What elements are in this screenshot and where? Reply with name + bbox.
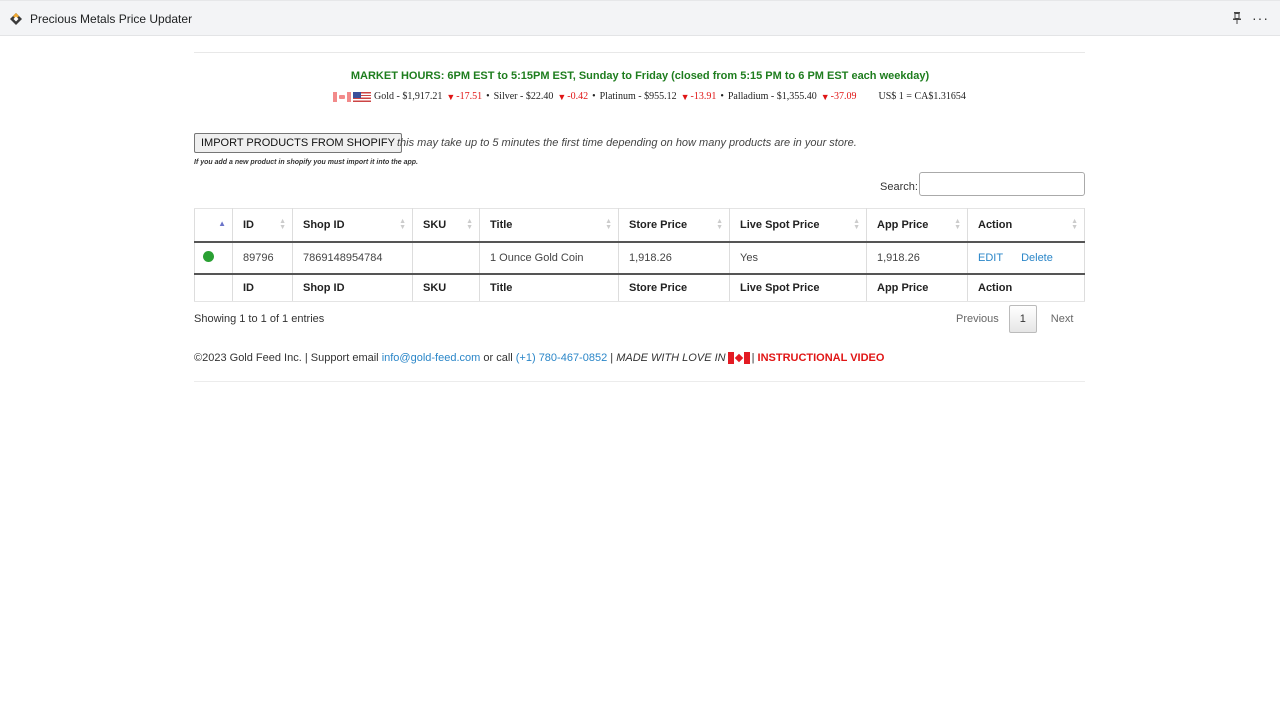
live-spot-price-cell: Yes — [729, 241, 867, 274]
entries-info: Showing 1 to 1 of 1 entries — [194, 313, 325, 325]
shop-id-cell: 7869148954784 — [292, 241, 413, 274]
page-1-button[interactable]: 1 — [1008, 305, 1037, 333]
divider-top — [194, 52, 1085, 53]
footer-header-action: Action — [967, 272, 1085, 302]
down-arrow-icon: ▼ — [820, 91, 830, 102]
page-footer: ©2023 Gold Feed Inc. | Support email inf… — [194, 352, 884, 364]
palladium-change: -37.09 — [830, 91, 857, 102]
canada-flag-icon — [727, 352, 750, 364]
footer-header-id: ID — [232, 272, 293, 302]
sort-icon: ▲ ▼ — [399, 218, 406, 231]
sort-icon: ▲ ▼ — [466, 218, 473, 231]
market-hours-banner: MARKET HOURS: 6PM EST to 5:15PM EST, Sun… — [350, 70, 930, 82]
sort-icon: ▲ ▼ — [1071, 218, 1078, 231]
support-email-link[interactable]: info@gold-feed.com — [382, 352, 481, 364]
bullet-separator: • — [486, 91, 490, 102]
status-indicator-icon — [203, 250, 214, 262]
id-cell: 89796 — [232, 241, 293, 274]
exchange-rate: US$ 1 = CA$1.31654 — [878, 91, 966, 102]
pagination: Previous 1 Next — [946, 305, 1083, 333]
more-options-icon[interactable]: ··· — [1252, 10, 1269, 26]
sort-asc-icon: ▲ — [218, 219, 226, 228]
copyright-text: ©2023 Gold Feed Inc. | Support email — [194, 352, 379, 364]
platinum-price: Platinum - $955.12 — [599, 91, 677, 102]
column-header-sku[interactable]: SKU ▲ ▼ — [412, 208, 480, 243]
column-header-app-price[interactable]: App Price ▲ ▼ — [866, 208, 968, 243]
instructional-video-link[interactable]: INSTRUCTIONAL VIDEO — [758, 352, 885, 364]
next-page-button[interactable]: Next — [1037, 313, 1084, 325]
gold-price: Gold - $1,917.21 — [374, 91, 443, 102]
sort-icon: ▲ ▼ — [954, 218, 961, 231]
import-products-button[interactable]: IMPORT PRODUCTS FROM SHOPIFY — [194, 133, 402, 153]
app-titlebar: Precious Metals Price Updater ··· — [0, 0, 1280, 36]
metal-price-ticker: Gold - $1,917.21 ▼ -17.51 • Silver - $22.… — [333, 91, 966, 102]
import-hint: If you add a new product in shopify you … — [194, 159, 418, 166]
app-logo-icon — [10, 13, 22, 25]
search-input[interactable] — [919, 172, 1085, 196]
footer-header-title: Title — [479, 272, 619, 302]
column-header-store-price[interactable]: Store Price ▲ ▼ — [618, 208, 730, 243]
down-arrow-icon: ▼ — [557, 91, 567, 102]
support-phone-link[interactable]: (+1) 780-467-0852 — [516, 352, 607, 364]
table-footer-row: ID Shop ID SKU Title Store Price Live Sp… — [194, 272, 1085, 302]
sort-icon: ▲ ▼ — [853, 218, 860, 231]
import-note: this may take up to 5 minutes the first … — [397, 137, 857, 149]
silver-price: Silver - $22.40 — [493, 91, 554, 102]
sku-cell — [412, 241, 480, 274]
footer-header-shop-id: Shop ID — [292, 272, 413, 302]
sort-icon: ▲ ▼ — [716, 218, 723, 231]
sort-icon: ▲ ▼ — [279, 218, 286, 231]
status-cell — [194, 241, 233, 274]
footer-header-live-spot-price: Live Spot Price — [729, 272, 867, 302]
separator: | — [610, 352, 614, 364]
down-arrow-icon: ▼ — [680, 91, 690, 102]
footer-header-app-price: App Price — [866, 272, 968, 302]
sort-icon: ▲ ▼ — [605, 218, 612, 231]
us-flag-icon[interactable] — [353, 91, 371, 102]
column-header-id[interactable]: ID ▲ ▼ — [232, 208, 293, 243]
footer-header-status — [194, 272, 233, 302]
or-call-text: or call — [483, 352, 513, 364]
column-header-status[interactable]: ▲ — [194, 208, 233, 243]
app-price-cell: 1,918.26 — [866, 241, 968, 274]
table-row: 89796 7869148954784 1 Ounce Gold Coin 1,… — [194, 241, 1085, 274]
canada-flag-icon[interactable] — [333, 91, 351, 102]
table-header-row: ▲ ID ▲ ▼ Shop ID ▲ ▼ SKU ▲ ▼ Title ▲ ▼ Store Pri… — [194, 208, 1085, 243]
made-with-love-text: MADE WITH LOVE IN — [616, 352, 726, 364]
divider-bottom — [194, 381, 1085, 382]
footer-header-sku: SKU — [412, 272, 480, 302]
products-table: ▲ ID ▲ ▼ Shop ID ▲ ▼ SKU ▲ ▼ Title ▲ ▼ Store Pri… — [194, 208, 1085, 302]
column-header-title[interactable]: Title ▲ ▼ — [479, 208, 619, 243]
search-label: Search: — [880, 181, 918, 193]
store-price-cell: 1,918.26 — [618, 241, 730, 274]
action-cell: EDIT Delete — [967, 241, 1085, 274]
title-cell: 1 Ounce Gold Coin — [479, 241, 619, 274]
column-header-action[interactable]: Action ▲ ▼ — [967, 208, 1085, 243]
edit-link[interactable]: EDIT — [978, 252, 1003, 264]
palladium-price: Palladium - $1,355.40 — [727, 91, 817, 102]
column-header-shop-id[interactable]: Shop ID ▲ ▼ — [292, 208, 413, 243]
down-arrow-icon: ▼ — [446, 91, 456, 102]
pin-icon[interactable] — [1232, 11, 1242, 25]
platinum-change: -13.91 — [690, 91, 717, 102]
gold-change: -17.51 — [456, 91, 483, 102]
app-title: Precious Metals Price Updater — [30, 12, 193, 26]
column-header-live-spot-price[interactable]: Live Spot Price ▲ ▼ — [729, 208, 867, 243]
bullet-separator: • — [720, 91, 724, 102]
delete-link[interactable]: Delete — [1021, 252, 1053, 264]
previous-page-button[interactable]: Previous — [946, 313, 1009, 325]
silver-change: -0.42 — [567, 91, 589, 102]
footer-header-store-price: Store Price — [618, 272, 730, 302]
separator: | — [751, 352, 755, 364]
bullet-separator: • — [592, 91, 596, 102]
